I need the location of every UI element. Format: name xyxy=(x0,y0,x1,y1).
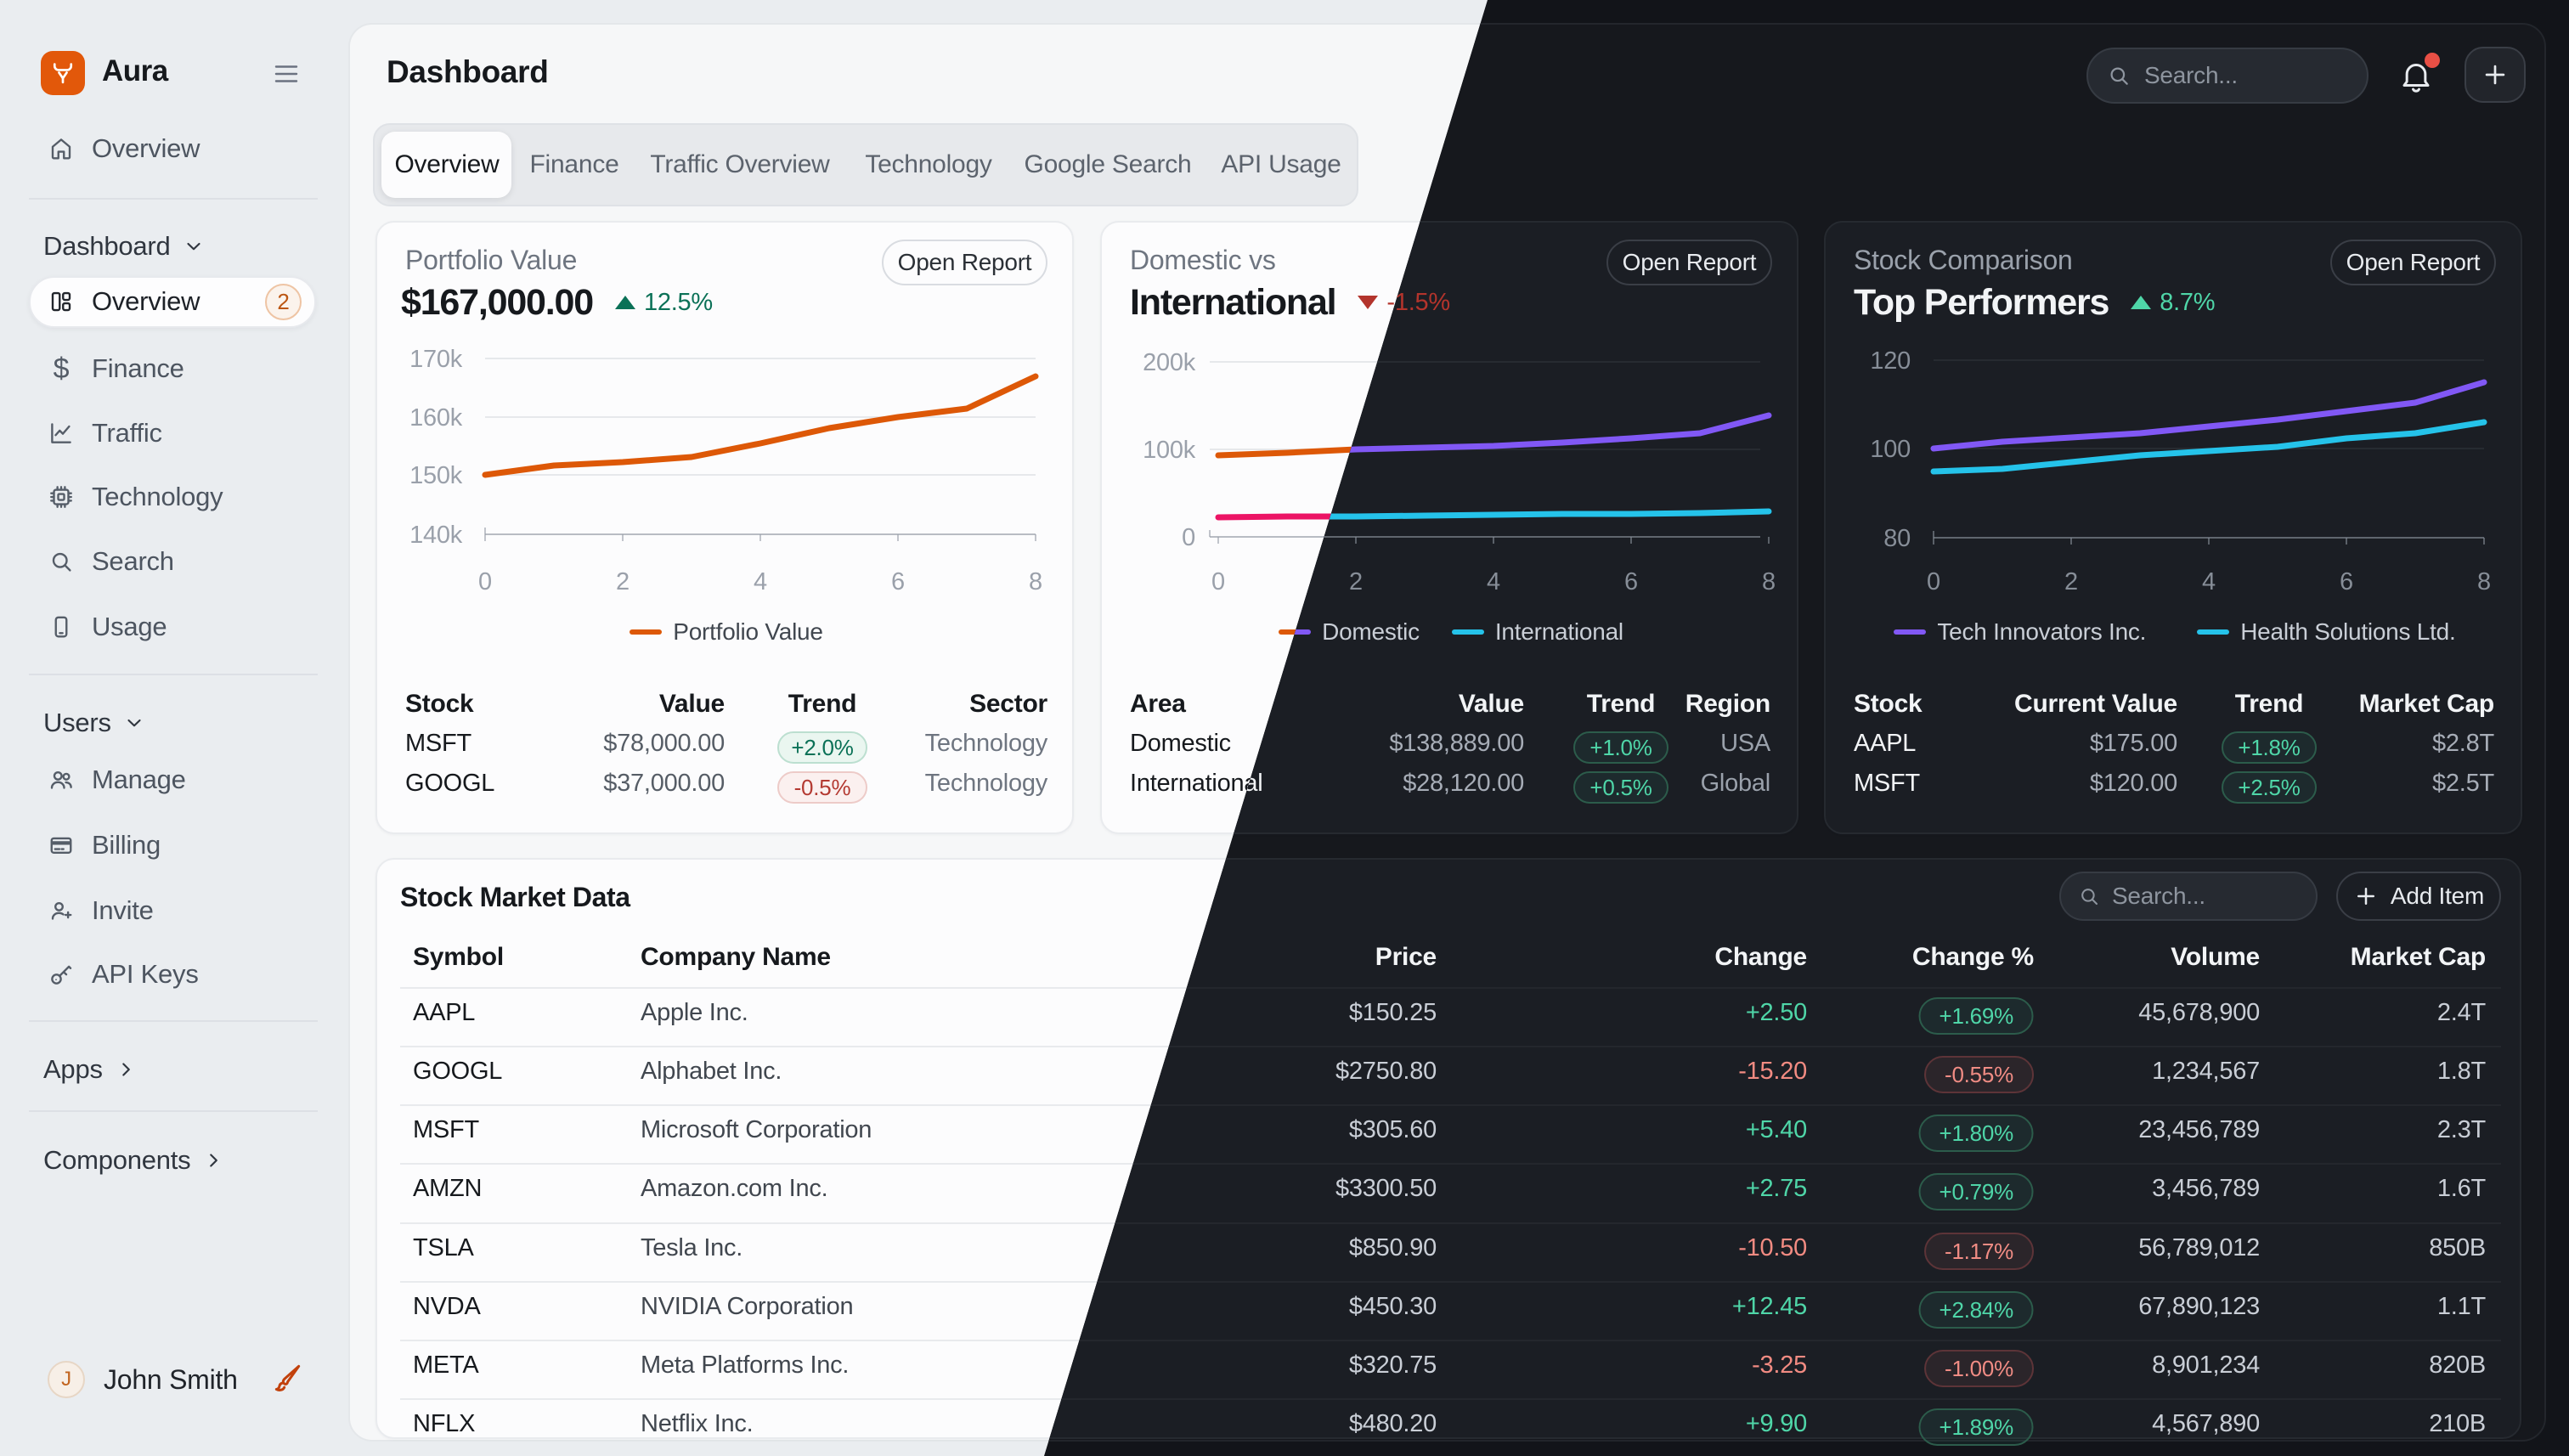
svg-text:4: 4 xyxy=(2202,568,2216,595)
svg-text:8: 8 xyxy=(1762,568,1776,595)
svg-text:200k: 200k xyxy=(1143,349,1196,376)
svg-text:2: 2 xyxy=(1349,568,1363,595)
svg-text:150k: 150k xyxy=(409,462,463,489)
svg-text:160k: 160k xyxy=(409,404,463,432)
svg-text:170k: 170k xyxy=(409,346,463,373)
svg-text:2: 2 xyxy=(2064,568,2078,595)
svg-text:2: 2 xyxy=(616,568,630,595)
svg-text:8: 8 xyxy=(2477,568,2491,595)
svg-text:120: 120 xyxy=(1870,347,1911,375)
svg-text:0: 0 xyxy=(1211,568,1225,595)
svg-text:6: 6 xyxy=(1624,568,1638,595)
svg-text:80: 80 xyxy=(1883,525,1911,552)
svg-text:0: 0 xyxy=(1182,524,1195,551)
svg-text:100: 100 xyxy=(1870,436,1911,463)
svg-text:0: 0 xyxy=(1927,568,1940,595)
svg-text:8: 8 xyxy=(1029,568,1042,595)
svg-text:6: 6 xyxy=(2340,568,2353,595)
svg-text:140k: 140k xyxy=(409,522,463,549)
svg-text:4: 4 xyxy=(754,568,767,595)
svg-text:100k: 100k xyxy=(1143,437,1196,464)
svg-text:4: 4 xyxy=(1487,568,1500,595)
svg-text:0: 0 xyxy=(478,568,492,595)
svg-text:6: 6 xyxy=(891,568,905,595)
